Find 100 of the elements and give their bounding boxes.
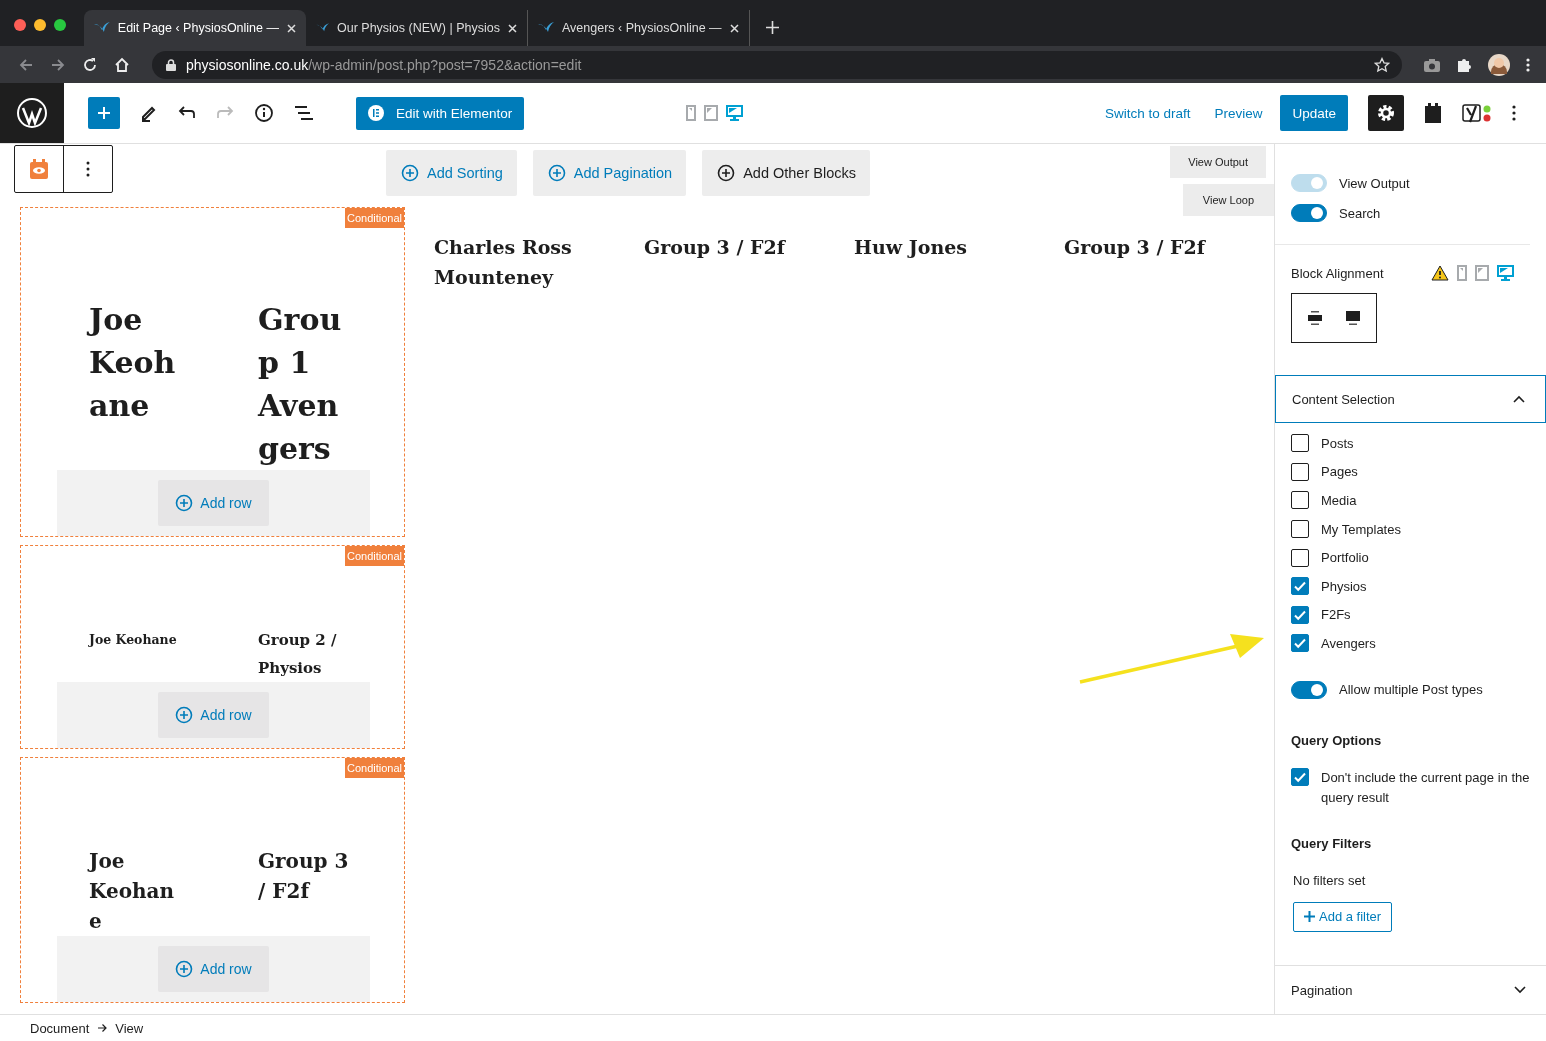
- checkbox-label: Avengers: [1321, 635, 1376, 651]
- checkbox[interactable]: [1291, 520, 1309, 539]
- toggle-switch[interactable]: [1291, 680, 1327, 699]
- add-icon: [717, 164, 736, 182]
- home-icon[interactable]: [114, 56, 130, 73]
- maximize-window-icon[interactable]: [54, 19, 66, 31]
- checkbox[interactable]: [1291, 634, 1309, 653]
- add-row-button[interactable]: Add row: [158, 480, 269, 526]
- add-filter-button[interactable]: Add a filter: [1293, 901, 1393, 932]
- close-window-icon[interactable]: [14, 19, 26, 31]
- puzzle-icon[interactable]: [1456, 56, 1472, 73]
- result-text: Huw Jones: [854, 235, 968, 260]
- toggle-label: Search: [1339, 205, 1381, 221]
- post-field-text: Group 3 / F2f: [258, 848, 350, 905]
- plus-icon: [97, 106, 111, 120]
- minimize-window-icon[interactable]: [34, 19, 46, 31]
- add-icon: [547, 164, 566, 182]
- arrow-right-icon: [97, 1023, 108, 1033]
- post-field-text: Group 2 / Physios: [258, 630, 338, 679]
- edit-with-elementor-button[interactable]: Edit with Elementor: [356, 96, 525, 130]
- close-icon[interactable]: [730, 23, 739, 33]
- add-icon: [401, 164, 419, 182]
- checkbox-label: Pages: [1321, 464, 1358, 480]
- add-icon: [175, 960, 194, 978]
- toggle-switch[interactable]: [1291, 204, 1327, 222]
- add-block-button[interactable]: [88, 97, 120, 129]
- no-filters-text: No filters set: [1293, 872, 1367, 888]
- desktop-icon[interactable]: [726, 105, 744, 121]
- desktop-icon[interactable]: [1497, 265, 1514, 281]
- checkbox[interactable]: [1291, 605, 1309, 624]
- lock-icon: [166, 58, 176, 71]
- align-wide-icon[interactable]: [1345, 310, 1361, 326]
- more-icon[interactable]: [1512, 105, 1516, 121]
- checkbox-label: F2Fs: [1321, 607, 1351, 623]
- camera-icon[interactable]: [1424, 57, 1440, 72]
- post-field-text: Joe Keohane: [89, 631, 178, 649]
- seo-icon[interactable]: [1462, 102, 1492, 124]
- preview-link[interactable]: Preview: [1214, 105, 1263, 121]
- elementor-icon: [368, 105, 384, 121]
- pencil-icon[interactable]: [140, 104, 158, 122]
- add-row-button[interactable]: Add row: [158, 692, 269, 738]
- conditional-badge: Conditional: [344, 546, 404, 566]
- checkbox[interactable]: [1291, 434, 1309, 453]
- block-alignment-label: Block Alignment: [1291, 265, 1384, 281]
- view-mode-button[interactable]: View Loop: [1182, 184, 1274, 216]
- conditional-block[interactable]: Conditional Joe Keohane Group 3 / F2f Add row: [20, 757, 405, 1003]
- breadcrumb-link[interactable]: View: [115, 1020, 144, 1036]
- new-tab-icon[interactable]: [766, 20, 779, 34]
- add-icon: [175, 494, 194, 512]
- wordpress-logo[interactable]: [0, 83, 64, 143]
- checkbox[interactable]: [1291, 767, 1309, 786]
- close-icon[interactable]: [287, 23, 296, 33]
- forward-icon[interactable]: [50, 56, 66, 73]
- conditional-block[interactable]: Conditional Joe Keohane Group 2 / Physios Add row: [20, 545, 405, 749]
- add-block-action-button[interactable]: Add Other Blocks: [702, 150, 870, 196]
- panel-header[interactable]: Pagination: [1275, 965, 1546, 1014]
- add-block-action-button[interactable]: Add Pagination: [532, 150, 687, 196]
- breadcrumb-link[interactable]: Document: [30, 1020, 90, 1036]
- update-button[interactable]: Update: [1280, 95, 1348, 131]
- star-icon[interactable]: [1374, 56, 1390, 73]
- checkbox[interactable]: [1291, 577, 1309, 596]
- more-icon[interactable]: [1526, 56, 1530, 73]
- settings-icon: [1377, 104, 1395, 122]
- checkbox-label: Don't include the current page in the query result: [1321, 768, 1530, 807]
- close-icon[interactable]: [508, 23, 517, 33]
- reload-icon[interactable]: [82, 56, 98, 73]
- checkbox-label: Physios: [1321, 578, 1367, 594]
- checkbox-label: Media: [1321, 493, 1357, 508]
- address-bar[interactable]: physiosonline.co.uk/wp-admin/post.php?post=7952&action=edit: [152, 50, 1402, 79]
- checkbox-label: Posts: [1321, 435, 1354, 451]
- toggle-label: View Output: [1339, 175, 1410, 191]
- switch-to-draft-link[interactable]: Switch to draft: [1104, 105, 1191, 121]
- view-mode-button[interactable]: View Output: [1170, 146, 1266, 178]
- checkbox[interactable]: [1291, 548, 1309, 567]
- section-title: Query Filters: [1291, 835, 1373, 851]
- conditional-block[interactable]: Conditional Joe Keohane Group 1 Avengers Add row: [20, 207, 405, 537]
- back-icon[interactable]: [18, 56, 34, 73]
- result-text: Charles Ross Mounteney: [434, 235, 573, 290]
- settings-button[interactable]: [1368, 95, 1404, 131]
- view-block-icon[interactable]: [30, 159, 48, 179]
- info-icon[interactable]: [254, 103, 274, 123]
- panel-header[interactable]: Content Selection: [1275, 375, 1546, 423]
- post-field-text: Group 1 Avengers: [258, 301, 343, 468]
- more-options-icon[interactable]: [86, 161, 90, 177]
- post-field-text: Joe Keohane: [89, 848, 176, 935]
- plus-icon: [1304, 911, 1315, 923]
- avatar-icon[interactable]: [1488, 53, 1510, 76]
- calendar-icon[interactable]: [1424, 102, 1442, 124]
- conditional-badge: Conditional: [344, 208, 404, 228]
- checkbox-label: Portfolio: [1321, 550, 1369, 566]
- list-view-icon[interactable]: [294, 105, 314, 121]
- toggle-label: Allow multiple Post types: [1339, 682, 1483, 698]
- checkbox-label: My Templates: [1321, 521, 1401, 537]
- checkbox[interactable]: [1291, 462, 1309, 481]
- align-center-icon[interactable]: [1307, 310, 1323, 326]
- checkbox[interactable]: [1291, 491, 1309, 510]
- add-block-action-button[interactable]: Add Sorting: [386, 150, 517, 196]
- add-row-button[interactable]: Add row: [158, 946, 269, 992]
- browser-tab[interactable]: Edit Page ‹ PhysiosOnline —: [84, 10, 306, 46]
- result-text: Group 3 / F2f: [1064, 235, 1207, 260]
